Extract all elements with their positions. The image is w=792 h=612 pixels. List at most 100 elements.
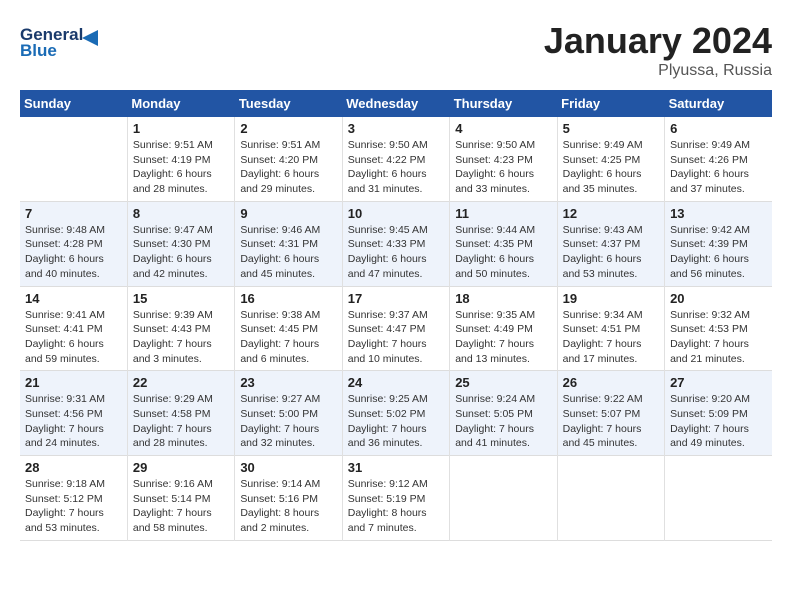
day-info: Sunrise: 9:38 AM Sunset: 4:45 PM Dayligh…: [240, 308, 336, 367]
day-info: Sunrise: 9:29 AM Sunset: 4:58 PM Dayligh…: [133, 392, 229, 451]
day-info: Sunrise: 9:39 AM Sunset: 4:43 PM Dayligh…: [133, 308, 229, 367]
calendar-cell: 24 Sunrise: 9:25 AM Sunset: 5:02 PM Dayli…: [342, 371, 449, 456]
col-tuesday: Tuesday: [235, 90, 342, 117]
day-number: 19: [563, 291, 659, 306]
calendar-cell: 8Sunrise: 9:47 AM Sunset: 4:30 PM Daylig…: [127, 201, 234, 286]
day-number: 6: [670, 121, 767, 136]
calendar-cell: 16 Sunrise: 9:38 AM Sunset: 4:45 PM Dayli…: [235, 286, 342, 371]
day-info: Sunrise: 9:18 AM Sunset: 5:12 PM Dayligh…: [25, 477, 122, 536]
day-number: 25: [455, 375, 551, 390]
col-wednesday: Wednesday: [342, 90, 449, 117]
calendar-cell: 20 Sunrise: 9:32 AM Sunset: 4:53 PM Dayli…: [665, 286, 772, 371]
col-saturday: Saturday: [665, 90, 772, 117]
title-area: January 2024 Plyussa, Russia: [544, 20, 772, 80]
day-info: Sunrise: 9:49 AM Sunset: 4:26 PM Dayligh…: [670, 138, 767, 197]
calendar-cell: 5 Sunrise: 9:49 AM Sunset: 4:25 PM Daylig…: [557, 117, 664, 201]
day-info: Sunrise: 9:24 AM Sunset: 5:05 PM Dayligh…: [455, 392, 551, 451]
logo: General Blue: [20, 20, 110, 60]
day-number: 29: [133, 460, 229, 475]
day-number: 4: [455, 121, 551, 136]
day-info: Sunrise: 9:32 AM Sunset: 4:53 PM Dayligh…: [670, 308, 767, 367]
day-info: Sunrise: 9:22 AM Sunset: 5:07 PM Dayligh…: [563, 392, 659, 451]
calendar-cell: 30Sunrise: 9:14 AM Sunset: 5:16 PM Dayli…: [235, 456, 342, 541]
day-number: 18: [455, 291, 551, 306]
week-row: 1Sunrise: 9:51 AM Sunset: 4:19 PM Daylig…: [20, 117, 772, 201]
day-info: Sunrise: 9:35 AM Sunset: 4:49 PM Dayligh…: [455, 308, 551, 367]
calendar-cell: 22 Sunrise: 9:29 AM Sunset: 4:58 PM Dayli…: [127, 371, 234, 456]
day-number: 24: [348, 375, 444, 390]
col-thursday: Thursday: [450, 90, 557, 117]
day-info: Sunrise: 9:49 AM Sunset: 4:25 PM Dayligh…: [563, 138, 659, 197]
calendar-cell: 9Sunrise: 9:46 AM Sunset: 4:31 PM Daylig…: [235, 201, 342, 286]
day-number: 28: [25, 460, 122, 475]
calendar-cell: 6 Sunrise: 9:49 AM Sunset: 4:26 PM Daylig…: [665, 117, 772, 201]
day-info: Sunrise: 9:45 AM Sunset: 4:33 PM Dayligh…: [348, 223, 444, 282]
calendar-cell: 7Sunrise: 9:48 AM Sunset: 4:28 PM Daylig…: [20, 201, 127, 286]
calendar-cell: 12 Sunrise: 9:43 AM Sunset: 4:37 PM Dayli…: [557, 201, 664, 286]
day-info: Sunrise: 9:50 AM Sunset: 4:23 PM Dayligh…: [455, 138, 551, 197]
week-row: 21Sunrise: 9:31 AM Sunset: 4:56 PM Dayli…: [20, 371, 772, 456]
day-info: Sunrise: 9:37 AM Sunset: 4:47 PM Dayligh…: [348, 308, 444, 367]
day-number: 17: [348, 291, 444, 306]
day-info: Sunrise: 9:51 AM Sunset: 4:20 PM Dayligh…: [240, 138, 336, 197]
week-row: 7Sunrise: 9:48 AM Sunset: 4:28 PM Daylig…: [20, 201, 772, 286]
col-monday: Monday: [127, 90, 234, 117]
calendar-cell: 10 Sunrise: 9:45 AM Sunset: 4:33 PM Dayli…: [342, 201, 449, 286]
day-info: Sunrise: 9:16 AM Sunset: 5:14 PM Dayligh…: [133, 477, 229, 536]
day-number: 15: [133, 291, 229, 306]
day-number: 22: [133, 375, 229, 390]
month-title: January 2024: [544, 20, 772, 62]
day-number: 31: [348, 460, 444, 475]
calendar-cell: 28 Sunrise: 9:18 AM Sunset: 5:12 PM Dayli…: [20, 456, 127, 541]
logo-svg: General Blue: [20, 20, 110, 60]
day-number: 30: [240, 460, 336, 475]
calendar-cell: 3Sunrise: 9:50 AM Sunset: 4:22 PM Daylig…: [342, 117, 449, 201]
day-number: 9: [240, 206, 336, 221]
header: General Blue January 2024 Plyussa, Russi…: [20, 20, 772, 80]
day-info: Sunrise: 9:31 AM Sunset: 4:56 PM Dayligh…: [25, 392, 122, 451]
day-info: Sunrise: 9:43 AM Sunset: 4:37 PM Dayligh…: [563, 223, 659, 282]
day-info: Sunrise: 9:20 AM Sunset: 5:09 PM Dayligh…: [670, 392, 767, 451]
day-info: Sunrise: 9:34 AM Sunset: 4:51 PM Dayligh…: [563, 308, 659, 367]
calendar-cell: 4 Sunrise: 9:50 AM Sunset: 4:23 PM Daylig…: [450, 117, 557, 201]
col-friday: Friday: [557, 90, 664, 117]
day-info: Sunrise: 9:25 AM Sunset: 5:02 PM Dayligh…: [348, 392, 444, 451]
day-number: 27: [670, 375, 767, 390]
calendar-cell: [450, 456, 557, 541]
col-sunday: Sunday: [20, 90, 127, 117]
calendar-cell: 17 Sunrise: 9:37 AM Sunset: 4:47 PM Dayli…: [342, 286, 449, 371]
day-number: 26: [563, 375, 659, 390]
day-number: 11: [455, 206, 551, 221]
day-number: 12: [563, 206, 659, 221]
calendar-cell: 11 Sunrise: 9:44 AM Sunset: 4:35 PM Dayli…: [450, 201, 557, 286]
svg-text:Blue: Blue: [20, 41, 57, 60]
calendar-table: Sunday Monday Tuesday Wednesday Thursday…: [20, 90, 772, 541]
calendar-cell: 23 Sunrise: 9:27 AM Sunset: 5:00 PM Dayli…: [235, 371, 342, 456]
day-info: Sunrise: 9:12 AM Sunset: 5:19 PM Dayligh…: [348, 477, 444, 536]
calendar-cell: 2Sunrise: 9:51 AM Sunset: 4:20 PM Daylig…: [235, 117, 342, 201]
calendar-cell: 14Sunrise: 9:41 AM Sunset: 4:41 PM Dayli…: [20, 286, 127, 371]
day-number: 16: [240, 291, 336, 306]
calendar-header: Sunday Monday Tuesday Wednesday Thursday…: [20, 90, 772, 117]
calendar-cell: 25 Sunrise: 9:24 AM Sunset: 5:05 PM Dayli…: [450, 371, 557, 456]
day-info: Sunrise: 9:42 AM Sunset: 4:39 PM Dayligh…: [670, 223, 767, 282]
day-number: 23: [240, 375, 336, 390]
calendar-cell: 18 Sunrise: 9:35 AM Sunset: 4:49 PM Dayli…: [450, 286, 557, 371]
day-number: 5: [563, 121, 659, 136]
day-number: 14: [25, 291, 122, 306]
calendar-cell: [665, 456, 772, 541]
day-number: 1: [133, 121, 229, 136]
calendar-cell: 31 Sunrise: 9:12 AM Sunset: 5:19 PM Dayli…: [342, 456, 449, 541]
day-number: 7: [25, 206, 122, 221]
calendar-cell: 27 Sunrise: 9:20 AM Sunset: 5:09 PM Dayli…: [665, 371, 772, 456]
calendar-cell: 29 Sunrise: 9:16 AM Sunset: 5:14 PM Dayli…: [127, 456, 234, 541]
day-number: 20: [670, 291, 767, 306]
calendar-cell: 19 Sunrise: 9:34 AM Sunset: 4:51 PM Dayli…: [557, 286, 664, 371]
day-number: 10: [348, 206, 444, 221]
day-info: Sunrise: 9:27 AM Sunset: 5:00 PM Dayligh…: [240, 392, 336, 451]
day-info: Sunrise: 9:44 AM Sunset: 4:35 PM Dayligh…: [455, 223, 551, 282]
day-number: 3: [348, 121, 444, 136]
location-title: Plyussa, Russia: [544, 62, 772, 80]
calendar-body: 1Sunrise: 9:51 AM Sunset: 4:19 PM Daylig…: [20, 117, 772, 540]
week-row: 14Sunrise: 9:41 AM Sunset: 4:41 PM Dayli…: [20, 286, 772, 371]
